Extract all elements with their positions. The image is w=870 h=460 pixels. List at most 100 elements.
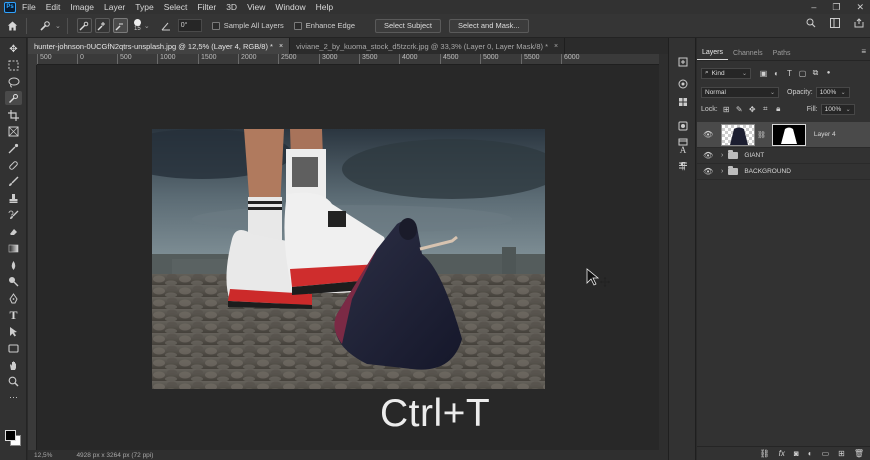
panel-menu-icon[interactable]: ≡ <box>861 47 866 56</box>
menu-3d[interactable]: 3D <box>226 2 237 12</box>
add-mask-icon[interactable]: ◙ <box>794 449 799 458</box>
menu-image[interactable]: Image <box>70 2 94 12</box>
tab-channels[interactable]: Channels <box>728 46 768 60</box>
pixel-filter-icon[interactable]: ▣ <box>759 69 768 78</box>
eraser-tool-icon[interactable] <box>5 224 22 238</box>
eyedropper-tool-icon[interactable] <box>5 141 22 155</box>
lock-all-icon[interactable]: 🔒︎ <box>774 104 783 114</box>
select-and-mask-button[interactable]: Select and Mask... <box>448 18 529 33</box>
tool-preset-chevron-icon[interactable]: ⌄ <box>55 22 61 30</box>
home-icon[interactable] <box>4 18 20 34</box>
history-brush-tool-icon[interactable] <box>5 208 22 222</box>
opacity-field[interactable]: 100% ⌄ <box>815 86 850 98</box>
close-button[interactable]: ✕ <box>856 2 864 13</box>
adjustment-filter-icon[interactable]: ◐ <box>772 69 781 78</box>
history-panel-icon[interactable] <box>676 56 690 68</box>
menu-filter[interactable]: Filter <box>197 2 216 12</box>
menu-select[interactable]: Select <box>164 2 188 12</box>
zoom-tool-icon[interactable] <box>5 374 22 388</box>
eye-icon[interactable]: 👁︎ <box>703 167 713 176</box>
document-image[interactable] <box>152 129 545 389</box>
tab-paths[interactable]: Paths <box>768 46 796 60</box>
healing-brush-tool-icon[interactable] <box>5 158 22 172</box>
link-icon[interactable]: ⛓ <box>757 131 766 139</box>
dodge-tool-icon[interactable] <box>5 274 22 288</box>
select-subject-button[interactable]: Select Subject <box>375 18 441 33</box>
frame-tool-icon[interactable] <box>5 124 22 138</box>
quick-select-tool-icon[interactable] <box>37 18 53 34</box>
shape-filter-icon[interactable]: ▢ <box>798 69 807 78</box>
brush-tool-icon[interactable] <box>5 174 22 188</box>
share-icon[interactable] <box>854 18 864 28</box>
new-selection-icon[interactable] <box>76 18 92 33</box>
layer-mask-thumbnail[interactable] <box>771 123 806 146</box>
maximize-button[interactable]: ❐ <box>832 2 840 13</box>
rectangle-tool-icon[interactable] <box>5 341 22 355</box>
tab-hunter-johnson[interactable]: hunter-johnson-0UCGfN2qtrs-unsplash.jpg … <box>28 38 291 54</box>
menu-layer[interactable]: Layer <box>104 2 125 12</box>
sample-all-layers-checkbox[interactable]: Sample All Layers <box>211 21 284 30</box>
tab-layers[interactable]: Layers <box>697 46 729 60</box>
blur-tool-icon[interactable] <box>5 258 22 272</box>
lock-position-icon[interactable]: ✥ <box>748 105 757 114</box>
kind-filter-select[interactable]: ⌕ Kind ⌄ <box>701 67 751 79</box>
menu-help[interactable]: Help <box>316 2 333 12</box>
minimize-button[interactable]: – <box>811 2 816 12</box>
workspace-icon[interactable] <box>830 18 840 28</box>
hand-tool-icon[interactable] <box>5 358 22 372</box>
angle-field[interactable]: 0° <box>177 19 202 32</box>
color-panel-icon[interactable] <box>676 78 690 90</box>
close-tab-icon[interactable]: × <box>554 43 558 50</box>
brush-chevron-icon[interactable]: ⌄ <box>144 22 150 30</box>
filter-toggle-icon[interactable]: ● <box>824 69 833 78</box>
layer-row-layer-4[interactable]: 👁︎ ⛓ Layer 4 <box>697 122 870 148</box>
more-tools-icon[interactable]: ··· <box>5 390 22 404</box>
new-layer-icon[interactable]: ⊞ <box>838 449 845 458</box>
swatches-panel-icon[interactable] <box>676 96 690 108</box>
lock-transparent-icon[interactable]: ⊞ <box>722 105 731 114</box>
blend-mode-select[interactable]: Normal ⌄ <box>701 86 779 98</box>
lasso-tool-icon[interactable] <box>5 75 22 89</box>
crop-tool-icon[interactable] <box>5 108 22 122</box>
menu-view[interactable]: View <box>247 2 265 12</box>
adjustments-panel-icon[interactable] <box>676 120 690 132</box>
quick-selection-tool-icon[interactable] <box>5 91 22 105</box>
layer-style-icon[interactable]: fx <box>779 449 785 458</box>
delete-layer-icon[interactable]: 🗑︎ <box>854 449 864 458</box>
chevron-right-icon[interactable]: › <box>721 152 723 159</box>
add-to-selection-icon[interactable] <box>94 18 110 33</box>
marquee-tool-icon[interactable] <box>5 58 22 72</box>
foreground-color-swatch[interactable] <box>5 430 16 441</box>
menu-edit[interactable]: Edit <box>46 2 61 12</box>
smart-object-filter-icon[interactable]: ⧉ <box>811 68 820 78</box>
clone-stamp-tool-icon[interactable] <box>5 191 22 205</box>
move-tool-icon[interactable]: ✥ <box>5 42 22 56</box>
menu-type[interactable]: Type <box>135 2 153 12</box>
type-filter-icon[interactable]: T <box>785 69 794 78</box>
layer-row-background[interactable]: 👁︎ › BACKGROUND <box>697 164 870 180</box>
lock-image-icon[interactable]: ✎ <box>735 105 744 114</box>
type-tool-icon[interactable]: T <box>5 308 22 322</box>
zoom-level[interactable]: 12,5% <box>34 452 52 459</box>
glyphs-panel-icon[interactable]: ¶ <box>676 160 690 172</box>
menu-window[interactable]: Window <box>275 2 305 12</box>
character-panel-icon[interactable]: A <box>676 144 690 156</box>
path-selection-tool-icon[interactable] <box>5 324 22 338</box>
gradient-tool-icon[interactable] <box>5 241 22 255</box>
menu-file[interactable]: File <box>22 2 36 12</box>
search-icon[interactable] <box>806 18 816 28</box>
close-tab-icon[interactable]: × <box>279 43 283 50</box>
tab-viviane[interactable]: viviane_2_by_kuoma_stock_d5tzcrk.jpg @ 3… <box>290 38 566 54</box>
enhance-edge-checkbox[interactable]: Enhance Edge <box>293 21 355 30</box>
eye-icon[interactable]: 👁︎ <box>703 151 713 160</box>
subtract-from-selection-icon[interactable] <box>112 18 128 33</box>
fill-field[interactable]: 100% ⌄ <box>820 103 855 115</box>
layer-row-giant[interactable]: 👁︎ › GIANT <box>697 148 870 164</box>
brush-size-picker[interactable]: 15 <box>133 18 141 33</box>
adjustment-layer-icon[interactable]: ◐ <box>808 449 813 458</box>
vertical-scrollbar[interactable] <box>659 54 668 450</box>
new-group-icon[interactable]: ▭ <box>822 449 830 458</box>
pen-tool-icon[interactable] <box>5 291 22 305</box>
horizontal-ruler[interactable]: 500 0 500 1000 1500 2000 2500 3000 3500 … <box>37 54 659 65</box>
layer-thumbnail[interactable] <box>721 123 755 146</box>
